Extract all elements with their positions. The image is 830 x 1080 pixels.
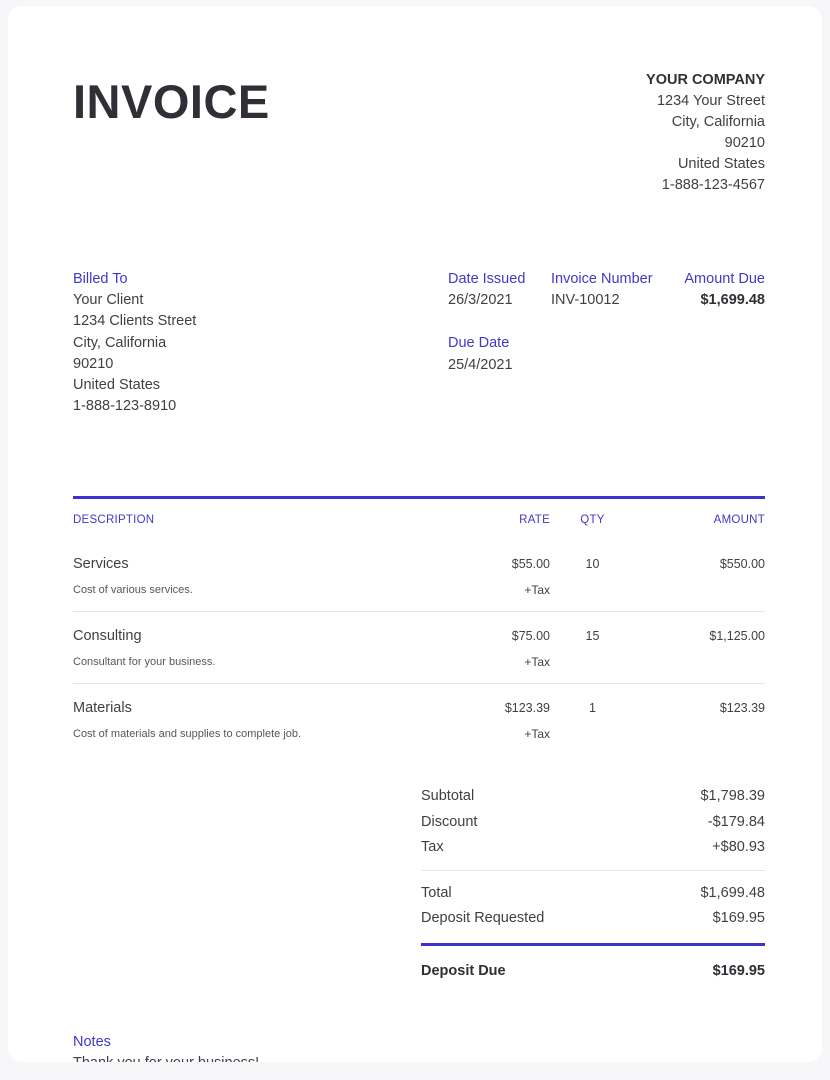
company-street: 1234 Your Street (646, 91, 765, 112)
line-item-rate-cell: $75.00 +Tax (430, 626, 550, 669)
line-item-qty-cell: 10 (550, 554, 635, 597)
subtotal-value: $1,798.39 (700, 784, 765, 810)
tax-label: Tax (421, 835, 444, 861)
line-item-name: Materials (73, 698, 430, 718)
client-city-state: City, California (73, 333, 448, 354)
client-zip: 90210 (73, 354, 448, 375)
line-item-description-cell: Materials Cost of materials and supplies… (73, 698, 430, 741)
subtotal-row: Subtotal $1,798.39 (421, 784, 765, 810)
line-item-subtext: Cost of various services. (73, 574, 430, 597)
company-address-block: YOUR COMPANY 1234 Your Street City, Cali… (646, 70, 765, 196)
company-zip: 90210 (646, 133, 765, 154)
column-header-qty: QTY (550, 514, 635, 526)
line-item-rate: $123.39 (430, 698, 550, 718)
date-issued-value: 26/3/2021 (448, 290, 551, 311)
line-item-rate: $55.00 (430, 554, 550, 574)
column-header-amount: AMOUNT (635, 514, 765, 526)
deposit-requested-row: Deposit Requested $169.95 (421, 906, 765, 932)
due-date-value: 25/4/2021 (448, 355, 551, 376)
client-phone: 1-888-123-8910 (73, 396, 448, 417)
tax-row: Tax +$80.93 (421, 835, 765, 861)
line-item-subtext: Consultant for your business. (73, 646, 430, 669)
deposit-due-divider (421, 943, 765, 946)
discount-label: Discount (421, 810, 477, 836)
page-title: INVOICE (73, 70, 270, 125)
line-item-amount-cell: $1,125.00 (635, 626, 765, 669)
line-item-qty: 1 (550, 698, 635, 718)
deposit-due-value: $169.95 (713, 958, 765, 984)
table-row: Consulting Consultant for your business.… (73, 612, 765, 684)
client-country: United States (73, 375, 448, 396)
line-item-qty-cell: 1 (550, 698, 635, 741)
due-date-label: Due Date (448, 333, 551, 354)
table-row: Materials Cost of materials and supplies… (73, 684, 765, 755)
line-item-name: Consulting (73, 626, 430, 646)
totals-divider (421, 870, 765, 871)
line-item-amount: $550.00 (635, 554, 765, 574)
invoice-number-value: INV-10012 (551, 290, 672, 311)
amount-due-block: Amount Due $1,699.48 (672, 269, 765, 417)
line-item-tax-note: +Tax (430, 718, 550, 741)
amount-due-label: Amount Due (672, 269, 765, 290)
line-item-tax-note: +Tax (430, 574, 550, 597)
line-item-rate: $75.00 (430, 626, 550, 646)
deposit-due-row: Deposit Due $169.95 (421, 958, 765, 984)
column-header-description: DESCRIPTION (73, 514, 430, 526)
line-item-name: Services (73, 554, 430, 574)
line-item-subtext: Cost of materials and supplies to comple… (73, 718, 430, 741)
date-issued-label: Date Issued (448, 269, 551, 290)
line-item-description-cell: Services Cost of various services. (73, 554, 430, 597)
line-item-amount: $1,125.00 (635, 626, 765, 646)
total-label: Total (421, 881, 452, 907)
subtotal-label: Subtotal (421, 784, 474, 810)
company-phone: 1-888-123-4567 (646, 175, 765, 196)
totals-section: Subtotal $1,798.39 Discount -$179.84 Tax… (73, 755, 765, 984)
notes-label: Notes (73, 1032, 765, 1053)
total-value: $1,699.48 (700, 881, 765, 907)
invoice-footer: Notes Thank you for your business! Terms… (73, 984, 765, 1062)
discount-row: Discount -$179.84 (421, 810, 765, 836)
client-name: Your Client (73, 290, 448, 311)
line-item-rate-cell: $55.00 +Tax (430, 554, 550, 597)
invoice-number-block: Invoice Number INV-10012 (551, 269, 672, 417)
line-item-rate-cell: $123.39 +Tax (430, 698, 550, 741)
invoice-page: INVOICE YOUR COMPANY 1234 Your Street Ci… (8, 6, 822, 1062)
line-item-qty: 10 (550, 554, 635, 574)
amount-due-value: $1,699.48 (672, 290, 765, 311)
company-city-state: City, California (646, 112, 765, 133)
date-issued-block: Date Issued 26/3/2021 Due Date 25/4/2021 (448, 269, 551, 417)
notes-value: Thank you for your business! (73, 1053, 765, 1062)
invoice-header: INVOICE YOUR COMPANY 1234 Your Street Ci… (73, 6, 765, 196)
invoice-number-label: Invoice Number (551, 269, 672, 290)
invoice-meta-section: Billed To Your Client 1234 Clients Stree… (73, 196, 765, 417)
company-country: United States (646, 154, 765, 175)
line-item-qty-cell: 15 (550, 626, 635, 669)
line-item-amount-cell: $123.39 (635, 698, 765, 741)
billed-to-label: Billed To (73, 269, 448, 290)
line-item-amount-cell: $550.00 (635, 554, 765, 597)
table-row: Services Cost of various services. $55.0… (73, 540, 765, 612)
line-item-qty: 15 (550, 626, 635, 646)
discount-value: -$179.84 (708, 810, 765, 836)
tax-value: +$80.93 (712, 835, 765, 861)
column-header-rate: RATE (430, 514, 550, 526)
deposit-requested-label: Deposit Requested (421, 906, 544, 932)
deposit-requested-value: $169.95 (713, 906, 765, 932)
total-row: Total $1,699.48 (421, 881, 765, 907)
line-item-amount: $123.39 (635, 698, 765, 718)
line-item-description-cell: Consulting Consultant for your business. (73, 626, 430, 669)
client-street: 1234 Clients Street (73, 311, 448, 332)
billed-to-block: Billed To Your Client 1234 Clients Stree… (73, 269, 448, 417)
table-header-row: DESCRIPTION RATE QTY AMOUNT (73, 499, 765, 540)
deposit-due-label: Deposit Due (421, 958, 506, 984)
company-name: YOUR COMPANY (646, 70, 765, 91)
line-item-tax-note: +Tax (430, 646, 550, 669)
line-items-table: DESCRIPTION RATE QTY AMOUNT Services Cos… (73, 417, 765, 755)
